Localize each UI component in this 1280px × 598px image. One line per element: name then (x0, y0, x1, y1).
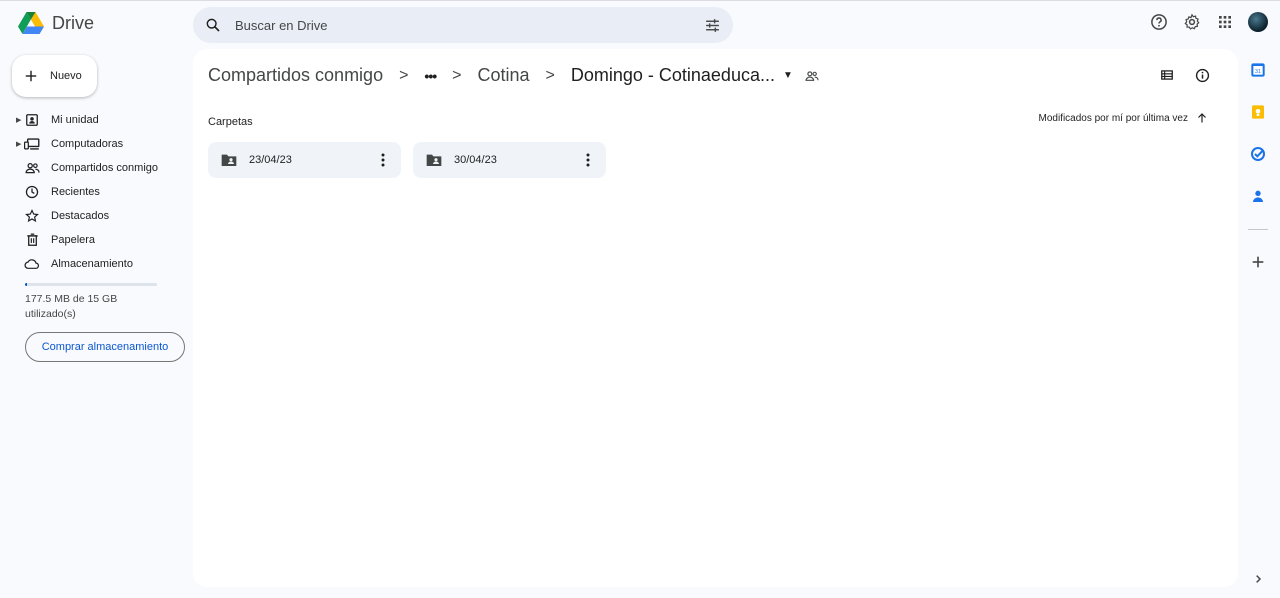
star-icon (24, 208, 40, 224)
shared-folder-icon (221, 154, 237, 166)
breadcrumb-current[interactable]: Domingo - Cotinaeduca... (571, 65, 775, 86)
breadcrumb-root[interactable]: Compartidos conmigo (208, 65, 383, 86)
logo-text: Drive (52, 12, 95, 33)
expand-caret-icon[interactable]: ▶ (16, 140, 21, 148)
new-button-label: Nuevo (50, 70, 82, 82)
sidebar-item-recent[interactable]: Recientes (16, 180, 186, 204)
section-title-folders: Carpetas (208, 116, 253, 128)
chevron-right-icon: > (452, 66, 462, 84)
account-avatar[interactable] (1247, 11, 1268, 32)
side-panel: 31 (1238, 49, 1280, 598)
keep-icon[interactable] (1250, 104, 1266, 120)
shared-icon (24, 160, 40, 176)
expand-icon[interactable] (1250, 571, 1266, 587)
sidebar-item-computers[interactable]: ▶ Computadoras (16, 132, 186, 156)
add-icon[interactable] (1250, 254, 1266, 270)
shared-folder-icon[interactable] (805, 70, 819, 82)
shared-folder-icon (426, 154, 442, 166)
divider (1248, 229, 1268, 230)
header-actions (1148, 11, 1268, 32)
view-controls (1160, 68, 1210, 83)
search-bar[interactable]: Buscar en Drive (193, 7, 733, 43)
more-vert-icon[interactable] (371, 153, 395, 167)
search-options-icon[interactable] (704, 17, 721, 34)
my-drive-icon (24, 112, 40, 128)
sidebar-item-trash[interactable]: Papelera (16, 228, 186, 252)
svg-text:31: 31 (1255, 69, 1261, 75)
folder-name: 30/04/23 (454, 154, 497, 166)
sidebar-nav: ▶ Mi unidad ▶ Computadoras Compartidos c… (16, 108, 186, 276)
plus-icon (25, 70, 37, 82)
sidebar-item-starred[interactable]: Destacados (16, 204, 186, 228)
breadcrumb: Compartidos conmigo > ••• > Cotina > Dom… (208, 65, 819, 86)
clock-icon (24, 184, 40, 200)
chevron-right-icon: > (399, 66, 409, 84)
sort-control[interactable]: Modificados por mí por última vez (1038, 112, 1208, 124)
expand-caret-icon[interactable]: ▶ (16, 116, 21, 124)
drive-logo[interactable]: Drive (18, 11, 94, 35)
folder-name: 23/04/23 (249, 154, 292, 166)
apps-icon[interactable] (1214, 11, 1235, 32)
computers-icon (24, 136, 40, 152)
settings-icon[interactable] (1181, 11, 1202, 32)
drive-logo-icon (18, 12, 44, 34)
storage-progress-fill (25, 283, 27, 286)
arrow-up-icon[interactable] (1196, 112, 1208, 124)
chevron-right-icon: > (545, 66, 555, 84)
help-icon[interactable] (1148, 11, 1169, 32)
info-icon[interactable] (1195, 68, 1210, 83)
breadcrumb-more-icon[interactable]: ••• (424, 68, 437, 84)
buy-storage-button[interactable]: Comprar almacenamiento (25, 332, 185, 362)
sidebar-item-shared-with-me[interactable]: Compartidos conmigo (16, 156, 186, 180)
sidebar-item-storage[interactable]: Almacenamiento (16, 252, 186, 276)
main-panel: Compartidos conmigo > ••• > Cotina > Dom… (193, 49, 1238, 587)
sidebar-item-my-drive[interactable]: ▶ Mi unidad (16, 108, 186, 132)
caret-down-icon[interactable]: ▼ (783, 70, 793, 81)
tasks-icon[interactable] (1250, 146, 1266, 162)
sort-label[interactable]: Modificados por mí por última vez (1038, 113, 1188, 124)
folder-card[interactable]: 23/04/23 (208, 142, 401, 178)
breadcrumb-parent[interactable]: Cotina (477, 65, 529, 86)
more-vert-icon[interactable] (576, 153, 600, 167)
calendar-icon[interactable]: 31 (1250, 62, 1266, 78)
storage-progress-bar (25, 283, 157, 286)
cloud-icon (24, 256, 40, 272)
avatar (1247, 11, 1268, 32)
storage-usage-text: 177.5 MB de 15 GB utilizado(s) (25, 293, 118, 320)
search-icon[interactable] (205, 17, 221, 33)
search-input[interactable]: Buscar en Drive (235, 18, 704, 33)
list-view-icon[interactable] (1160, 68, 1174, 83)
new-button[interactable]: Nuevo (12, 55, 97, 97)
trash-icon (24, 232, 40, 248)
contacts-icon[interactable] (1250, 188, 1266, 204)
folder-card[interactable]: 30/04/23 (413, 142, 606, 178)
